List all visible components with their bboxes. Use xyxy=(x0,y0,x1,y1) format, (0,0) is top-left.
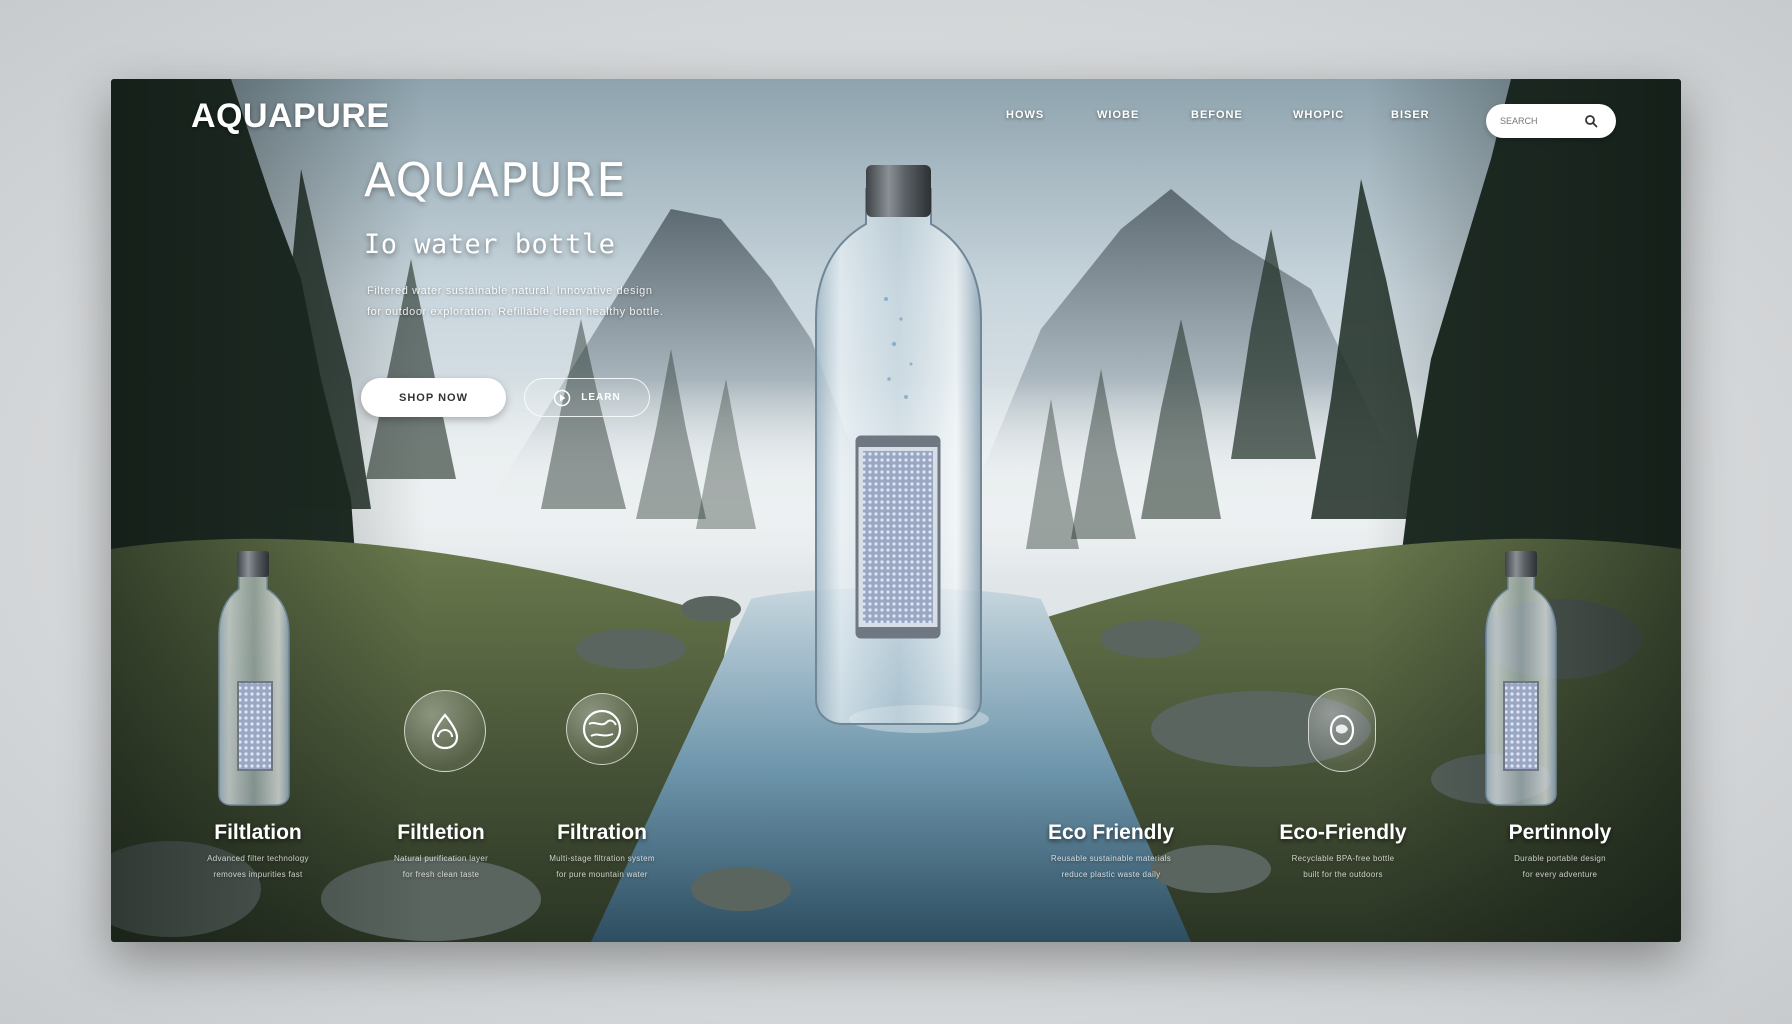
feature-desc-6: Durable portable design for every adventu… xyxy=(1514,854,1606,879)
water-drop-icon xyxy=(404,690,486,772)
search-icon[interactable] xyxy=(1584,114,1598,128)
feature-desc-3: Multi-stage filtration system for pure mo… xyxy=(549,854,655,879)
feature-desc-4: Reusable sustainable materials reduce pla… xyxy=(1050,854,1172,879)
play-icon xyxy=(554,389,571,406)
search-box[interactable] xyxy=(1486,104,1616,138)
hero-description: Filtered water sustainable natural. Inno… xyxy=(367,285,664,318)
feature-title-4: Eco Friendly xyxy=(1047,821,1175,844)
feature-desc-1: Advanced filter technology removes impuri… xyxy=(207,854,309,879)
hero-title: AQUAPURE xyxy=(364,153,627,207)
feature-title-5: Eco-Friendly xyxy=(1279,821,1407,844)
search-input[interactable] xyxy=(1500,116,1584,126)
nav-item-3[interactable]: BEFONE xyxy=(1191,109,1243,121)
nav-item-5[interactable]: BISER xyxy=(1391,109,1430,121)
learn-more-label: LEARN xyxy=(581,392,621,403)
nav-item-2[interactable]: WIOBE xyxy=(1097,109,1139,121)
background-scene xyxy=(111,79,1681,942)
brand-logo[interactable]: AQUAPURE xyxy=(191,97,390,136)
feature-title-1: Filtlation xyxy=(214,821,302,844)
nav-item-4[interactable]: WHOPIC xyxy=(1293,109,1344,121)
feature-desc-2: Natural purification layer for fresh clea… xyxy=(393,854,489,879)
nav-item-1[interactable]: HOWS xyxy=(1006,109,1044,121)
globe-filter-icon xyxy=(566,693,638,765)
feature-desc-5: Recyclable BPA-free bottle built for the … xyxy=(1291,854,1395,879)
feature-title-3: Filtration xyxy=(557,821,647,844)
fish-recycle-icon xyxy=(1308,688,1376,772)
feature-title-6: Pertinnoly xyxy=(1508,821,1612,844)
hero-subtitle: Io water bottle xyxy=(364,229,616,260)
shop-now-button[interactable]: SHOP NOW xyxy=(361,378,506,417)
landing-page: AQUAPURE HOWS WIOBE BEFONE WHOPIC BISER … xyxy=(111,79,1681,942)
feature-title-2: Filtletion xyxy=(397,821,485,844)
learn-more-button[interactable]: LEARN xyxy=(524,378,650,417)
